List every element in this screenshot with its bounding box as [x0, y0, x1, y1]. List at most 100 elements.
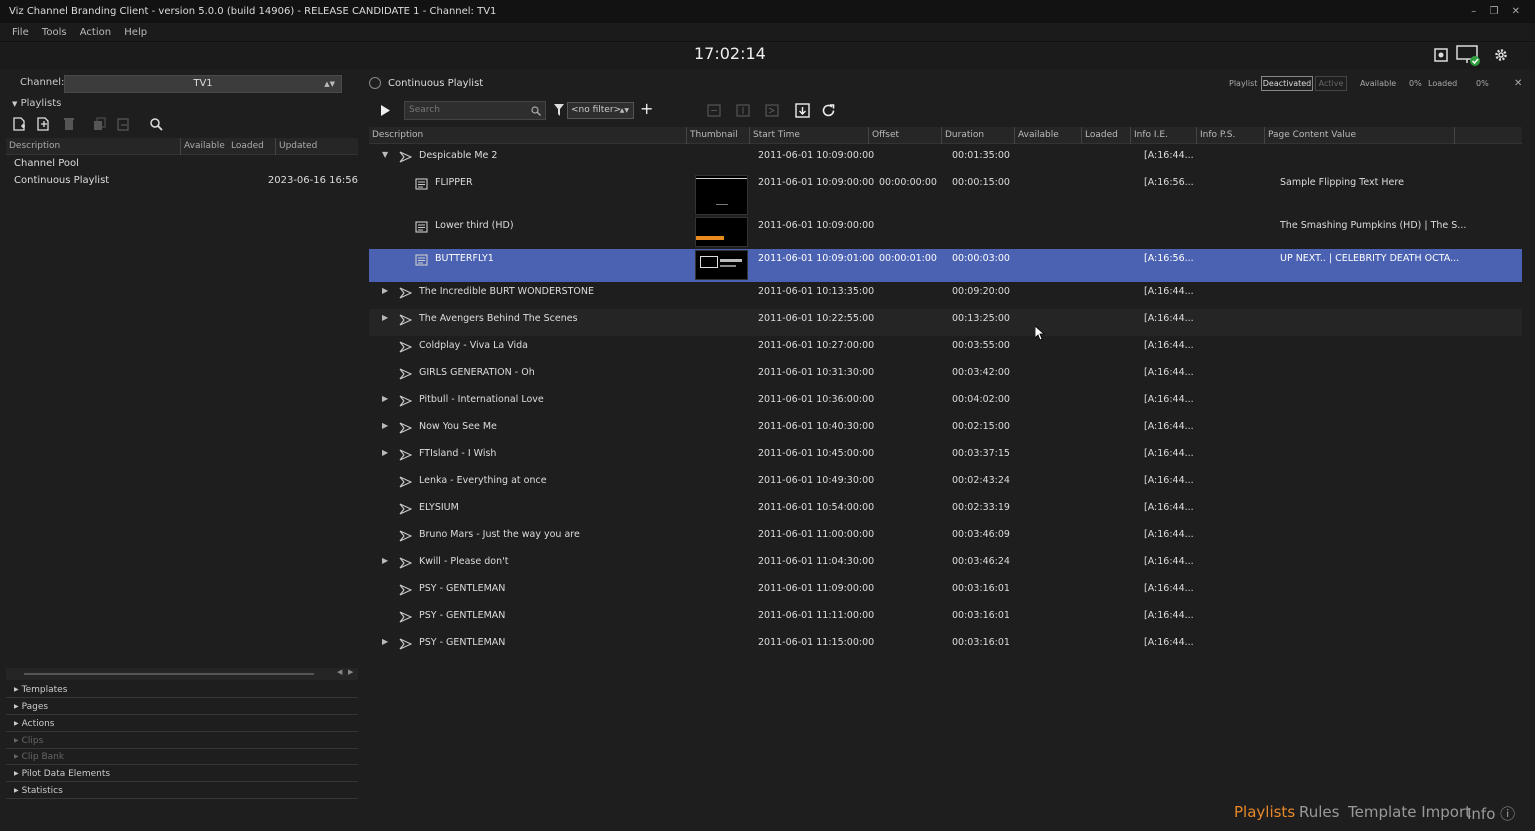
- section-pilot-data-elements[interactable]: ▶ Pilot Data Elements: [6, 766, 358, 782]
- loaded-label: Loaded: [1428, 79, 1458, 88]
- left-panel: Channel: TV1 ▲▼ ▼ Playlists Description …: [6, 72, 358, 799]
- col-info-ie[interactable]: Info I.E.: [1130, 127, 1196, 144]
- clock-bar: 17:02:14: [0, 43, 1535, 69]
- scrollbar-thumb[interactable]: [24, 673, 314, 675]
- paste-icon[interactable]: [116, 117, 130, 131]
- playlists-table-header: Description Available Loaded Updated: [6, 138, 358, 155]
- menu-tools[interactable]: Tools: [37, 23, 72, 42]
- section-actions[interactable]: ▶ Actions: [6, 716, 358, 732]
- search-input[interactable]: Search: [404, 101, 546, 120]
- playlist-item-row[interactable]: Lower third (HD) 2011-06-01 10:09:00:00 Th…: [369, 216, 1522, 249]
- playlist-item-row[interactable]: BUTTERFLY1 2011-06-01 10:09:01:00 00:00:01…: [369, 249, 1522, 282]
- group-icon: [399, 476, 412, 488]
- window-controls[interactable]: – ❐ ✕: [1471, 0, 1525, 23]
- col-loaded[interactable]: Loaded: [1081, 127, 1130, 144]
- expand-icon[interactable]: ▶: [382, 313, 388, 322]
- col-info-ps[interactable]: Info P.S.: [1196, 127, 1264, 144]
- gear-icon[interactable]: [1493, 47, 1509, 63]
- item-duration: 00:03:37:15: [952, 448, 1010, 459]
- item-duration: 00:13:25:00: [952, 313, 1010, 324]
- playlist-item-row[interactable]: GIRLS GENERATION - Oh 2011-06-01 10:31:30…: [369, 363, 1522, 390]
- section-pages[interactable]: ▶ Pages: [6, 699, 358, 715]
- playlist-item-row[interactable]: ▶ Now You See Me 2011-06-01 10:40:30:00 00:…: [369, 417, 1522, 444]
- col-duration[interactable]: Duration: [941, 127, 1014, 144]
- playlist-item-row[interactable]: FLIPPER 2011-06-01 10:09:00:00 00:00:00:00…: [369, 173, 1522, 216]
- menu-action[interactable]: Action: [75, 23, 116, 42]
- col-available[interactable]: Available: [180, 138, 225, 155]
- playlist-item-row[interactable]: ▶ The Incredible BURT WONDERSTONE 2011-06-…: [369, 282, 1522, 309]
- filter-icon[interactable]: [554, 104, 564, 116]
- copy-icon[interactable]: [92, 117, 106, 131]
- playlist-item-row[interactable]: ▼ Despicable Me 2 2011-06-01 10:09:00:00 00…: [369, 146, 1522, 173]
- output-status-icon[interactable]: [1456, 45, 1484, 67]
- col-thumbnail[interactable]: Thumbnail: [686, 127, 749, 144]
- col-description[interactable]: Description: [369, 127, 686, 144]
- playlist-item-row[interactable]: Bruno Mars - Just the way you are 2011-06…: [369, 525, 1522, 552]
- expand-icon[interactable]: ▶: [382, 394, 388, 403]
- search-icon[interactable]: [149, 117, 163, 131]
- section-clip-bank[interactable]: ▶ Clip Bank: [6, 749, 358, 765]
- playlist-row[interactable]: Continuous Playlist 2023-06-16 16:56: [6, 172, 358, 189]
- page-icon: [415, 254, 428, 266]
- playlists-header: Playlists: [20, 98, 62, 109]
- scroll-left-icon[interactable]: ◀: [337, 668, 342, 676]
- section-statistics[interactable]: ▶ Statistics: [6, 783, 358, 799]
- scroll-right-icon[interactable]: ▶: [348, 668, 353, 676]
- expand-icon[interactable]: ▶: [382, 556, 388, 565]
- add-filter-icon[interactable]: +: [640, 99, 653, 118]
- playlist-item-row[interactable]: Lenka - Everything at once 2011-06-01 10:…: [369, 471, 1522, 498]
- col-loaded[interactable]: Loaded: [228, 138, 264, 155]
- playlist-item-row[interactable]: Coldplay - Viva La Vida 2011-06-01 10:27:…: [369, 336, 1522, 363]
- item-start-time: 2011-06-01 11:09:00:00: [758, 583, 875, 594]
- playlist-item-row[interactable]: ▶ The Avengers Behind The Scenes 2011-06-0…: [369, 309, 1522, 336]
- horizontal-scrollbar[interactable]: ◀ ▶: [6, 668, 358, 680]
- tab-rules[interactable]: Rules: [1299, 803, 1339, 821]
- col-description[interactable]: Description: [6, 138, 60, 155]
- search-placeholder: Search: [409, 105, 440, 115]
- expand-icon[interactable]: ▶: [382, 448, 388, 457]
- close-icon[interactable]: ✕: [1514, 72, 1522, 95]
- item-description: Lower third (HD): [435, 220, 514, 231]
- playlist-item-row[interactable]: PSY - GENTLEMAN 2011-06-01 11:11:00:00 00:…: [369, 606, 1522, 633]
- refresh-icon[interactable]: [821, 103, 836, 118]
- expand-icon[interactable]: ▶: [382, 637, 388, 646]
- playlist-item-row[interactable]: PSY - GENTLEMAN 2011-06-01 11:09:00:00 00:…: [369, 579, 1522, 606]
- expand-icon[interactable]: ▶: [382, 286, 388, 295]
- channel-select[interactable]: TV1 ▲▼: [64, 75, 342, 93]
- move-last-icon[interactable]: [765, 104, 779, 117]
- filter-select[interactable]: <no filter> ▲▼: [567, 102, 634, 119]
- playlist-item-row[interactable]: ▶ Pitbull - International Love 2011-06-01 …: [369, 390, 1522, 417]
- col-start-time[interactable]: Start Time: [749, 127, 868, 144]
- col-updated[interactable]: Updated: [275, 138, 317, 155]
- menu-help[interactable]: Help: [119, 23, 152, 42]
- insert-icon[interactable]: [795, 103, 810, 118]
- section-templates[interactable]: ▶ Templates: [6, 682, 358, 698]
- tab-playlists[interactable]: Playlists: [1234, 803, 1295, 821]
- deactivated-button[interactable]: Deactivated: [1261, 76, 1313, 91]
- delete-icon[interactable]: [62, 117, 76, 131]
- active-button[interactable]: Active: [1315, 76, 1347, 91]
- new-playlist-icon[interactable]: [12, 117, 26, 131]
- move-first-icon[interactable]: [707, 104, 721, 117]
- collapse-icon[interactable]: ▼: [382, 150, 388, 159]
- snapshot-icon[interactable]: [1433, 47, 1449, 63]
- section-clips[interactable]: ▶ Clips: [6, 733, 358, 749]
- playlist-item-row[interactable]: ▶ PSY - GENTLEMAN 2011-06-01 11:15:00:00 00…: [369, 633, 1522, 660]
- item-duration: 00:00:03:00: [952, 253, 1010, 264]
- tab-template-import[interactable]: Template Import: [1348, 803, 1471, 821]
- item-start-time: 2011-06-01 10:49:30:00: [758, 475, 875, 486]
- play-icon[interactable]: [380, 105, 390, 116]
- col-page-content-value[interactable]: Page Content Value: [1264, 127, 1454, 144]
- col-available[interactable]: Available: [1014, 127, 1081, 144]
- import-playlist-icon[interactable]: [36, 117, 50, 131]
- playlist-row[interactable]: Channel Pool: [6, 155, 358, 172]
- playlist-item-row[interactable]: ▶ FTIsland - I Wish 2011-06-01 10:45:00:00…: [369, 444, 1522, 471]
- expand-icon[interactable]: ▶: [382, 421, 388, 430]
- playlists-section-header[interactable]: ▼ Playlists: [6, 95, 358, 112]
- menu-file[interactable]: File: [7, 23, 34, 42]
- playlist-item-row[interactable]: ELYSIUM 2011-06-01 10:54:00:00 00:02:33:19…: [369, 498, 1522, 525]
- playlist-item-row[interactable]: ▶ Kwill - Please don't 2011-06-01 11:04:30…: [369, 552, 1522, 579]
- move-middle-icon[interactable]: [736, 104, 750, 117]
- tab-info[interactable]: Info ⓘ: [1467, 803, 1515, 824]
- col-offset[interactable]: Offset: [868, 127, 941, 144]
